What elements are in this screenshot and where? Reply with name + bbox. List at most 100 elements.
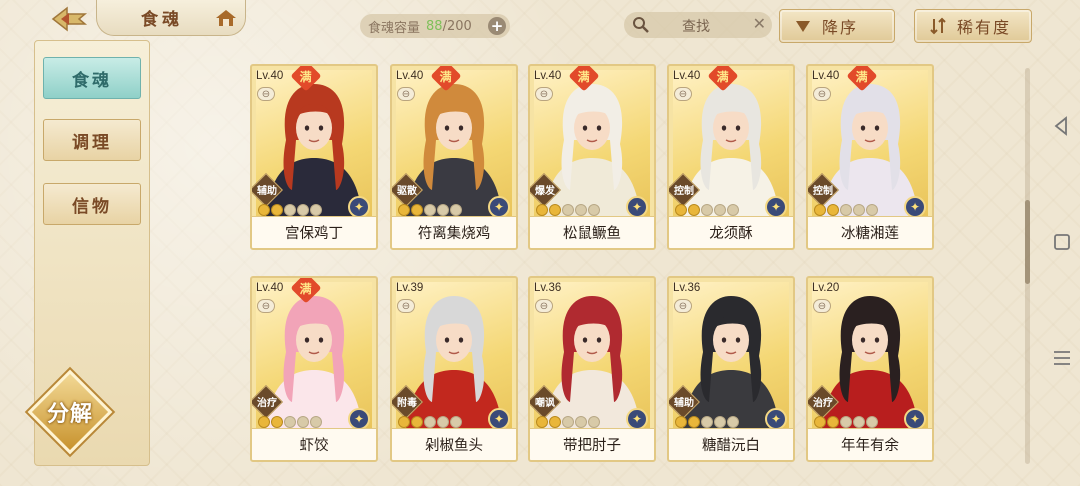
max-level-label: 满: [299, 281, 313, 296]
lock-icon[interactable]: ⊖: [535, 87, 553, 101]
element-icon: ✦: [626, 196, 648, 218]
lock-icon[interactable]: ⊖: [813, 87, 831, 101]
card-name: 冰糖湘莲: [808, 216, 932, 248]
star-icon: [714, 204, 726, 216]
star-icon: [701, 204, 713, 216]
sort-by-button[interactable]: 稀有度: [914, 9, 1032, 43]
star-rating: [675, 416, 739, 428]
food-soul-card[interactable]: Lv.40 满 ⊖ 驱散 ✦ 符离集烧鸡: [390, 64, 518, 250]
star-icon: [588, 204, 600, 216]
star-icon: [675, 204, 687, 216]
star-icon: [258, 416, 270, 428]
food-soul-card[interactable]: Lv.40 满 ⊖ 治疗 ✦ 虾饺: [250, 276, 378, 462]
star-rating: [398, 416, 462, 428]
star-icon: [727, 204, 739, 216]
sort-rarity-icon: [930, 17, 946, 35]
lock-icon[interactable]: ⊖: [397, 87, 415, 101]
element-icon: ✦: [488, 196, 510, 218]
card-name: 糖醋沅白: [669, 428, 793, 460]
star-icon: [411, 416, 423, 428]
clear-icon[interactable]: ✕: [753, 14, 766, 33]
sort-by-label: 稀有度: [957, 18, 1012, 37]
tab-food-soul[interactable]: 食魂: [43, 57, 141, 99]
card-level: Lv.36: [534, 282, 562, 294]
lock-icon[interactable]: ⊖: [257, 87, 275, 101]
star-icon: [827, 204, 839, 216]
sort-order-label: 降序: [822, 18, 859, 37]
food-soul-card[interactable]: Lv.36 ⊖ 嘲讽 ✦ 带把肘子: [528, 276, 656, 462]
element-icon: ✦: [765, 408, 787, 430]
lock-icon[interactable]: ⊖: [674, 299, 692, 313]
star-icon: [284, 204, 296, 216]
scrollbar[interactable]: [1025, 68, 1030, 464]
star-icon: [827, 416, 839, 428]
lock-icon[interactable]: ⊖: [813, 299, 831, 313]
system-nav-bar: [1044, 0, 1080, 486]
role-label: 控制: [813, 186, 833, 197]
card-level: Lv.40: [256, 70, 284, 82]
max-level-label: 满: [577, 69, 591, 84]
star-icon: [398, 416, 410, 428]
role-label: 驱散: [397, 186, 417, 197]
tab-tune[interactable]: 调理: [43, 119, 141, 161]
search-icon: [633, 17, 649, 33]
lock-icon[interactable]: ⊖: [397, 299, 415, 313]
star-icon: [840, 204, 852, 216]
element-icon: ✦: [765, 196, 787, 218]
star-icon: [814, 204, 826, 216]
card-name: 带把肘子: [530, 428, 654, 460]
star-icon: [536, 416, 548, 428]
food-soul-card[interactable]: Lv.20 ⊖ 治疗 ✦ 年年有余: [806, 276, 934, 462]
star-icon: [450, 416, 462, 428]
star-icon: [437, 204, 449, 216]
card-level: Lv.40: [812, 70, 840, 82]
star-icon: [450, 204, 462, 216]
decompose-button[interactable]: 分解: [26, 368, 114, 456]
star-icon: [562, 204, 574, 216]
nav-back-icon[interactable]: [1050, 114, 1074, 138]
sort-order-button[interactable]: 降序: [779, 9, 895, 43]
role-label: 爆发: [535, 186, 555, 197]
star-icon: [310, 204, 322, 216]
lock-icon[interactable]: ⊖: [535, 299, 553, 313]
card-level: Lv.40: [673, 70, 701, 82]
star-rating: [258, 204, 322, 216]
food-soul-card[interactable]: Lv.40 满 ⊖ 控制 ✦ 龙须酥: [667, 64, 795, 250]
star-icon: [297, 416, 309, 428]
card-name: 年年有余: [808, 428, 932, 460]
element-icon: ✦: [626, 408, 648, 430]
star-icon: [284, 416, 296, 428]
star-rating: [398, 204, 462, 216]
element-icon: ✦: [904, 196, 926, 218]
food-soul-card[interactable]: Lv.40 满 ⊖ 控制 ✦ 冰糖湘莲: [806, 64, 934, 250]
scrollbar-thumb[interactable]: [1025, 200, 1030, 284]
food-soul-card[interactable]: Lv.40 满 ⊖ 辅助 ✦ 宫保鸡丁: [250, 64, 378, 250]
add-capacity-button[interactable]: +: [488, 17, 506, 35]
role-label: 辅助: [674, 398, 694, 409]
search-input[interactable]: 查找 ✕: [624, 12, 772, 38]
lock-icon[interactable]: ⊖: [257, 299, 275, 313]
capacity-current: 88: [426, 18, 443, 34]
star-icon: [398, 204, 410, 216]
star-icon: [588, 416, 600, 428]
role-label: 附毒: [397, 398, 417, 409]
star-icon: [727, 416, 739, 428]
card-level: Lv.39: [396, 282, 424, 294]
back-button[interactable]: [40, 2, 98, 36]
food-soul-card[interactable]: Lv.39 ⊖ 附毒 ✦ 剁椒鱼头: [390, 276, 518, 462]
tab-token[interactable]: 信物: [43, 183, 141, 225]
capacity-display: 食魂容量 88 /200 +: [360, 14, 510, 38]
star-icon: [866, 416, 878, 428]
food-soul-card[interactable]: Lv.40 满 ⊖ 爆发 ✦ 松鼠鳜鱼: [528, 64, 656, 250]
card-name: 龙须酥: [669, 216, 793, 248]
food-soul-card[interactable]: Lv.36 ⊖ 辅助 ✦ 糖醋沅白: [667, 276, 795, 462]
home-icon[interactable]: [214, 8, 238, 28]
star-icon: [853, 204, 865, 216]
card-name: 虾饺: [252, 428, 376, 460]
lock-icon[interactable]: ⊖: [674, 87, 692, 101]
max-level-label: 满: [855, 69, 869, 84]
top-bar: 食魂 食魂容量 88 /200 + 查找 ✕ 降序 稀有度: [0, 0, 1080, 52]
nav-home-icon[interactable]: [1050, 230, 1074, 254]
nav-menu-icon[interactable]: [1050, 346, 1074, 370]
capacity-label: 食魂容量: [368, 20, 421, 36]
